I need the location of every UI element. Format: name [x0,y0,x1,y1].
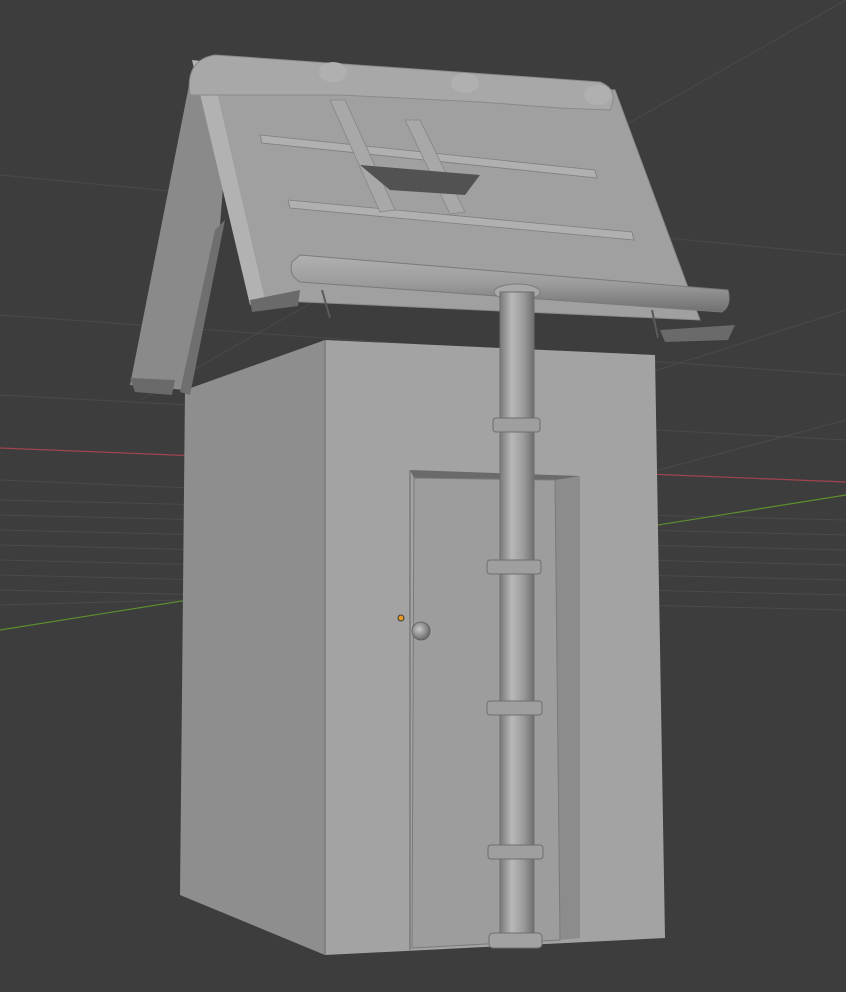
scene-canvas[interactable] [0,0,846,992]
pipe-clamp-2 [486,559,542,575]
door-knob[interactable] [411,621,431,641]
3d-viewport[interactable] [0,0,846,992]
pipe-clamp-1 [492,417,541,433]
pipe-clamp-3 [486,700,543,716]
pipe-clamp-4 [487,844,544,860]
roof-eave-block-right [660,325,735,342]
object-origin-icon [397,614,405,622]
pipe-foot [488,932,543,949]
left-wall [180,340,325,955]
roof-eave-block-left [130,378,175,395]
